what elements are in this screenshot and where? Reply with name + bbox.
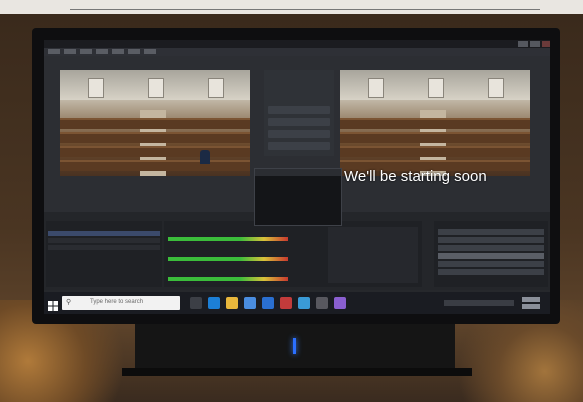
wall-window [488,78,504,98]
cut-button[interactable] [268,130,330,138]
start-virtual-camera-button[interactable] [438,245,544,251]
controls-dock [434,221,548,287]
taskbar-clock[interactable] [520,296,542,311]
menu-tools[interactable] [128,49,140,54]
wall-window [428,78,444,98]
scene-item-selected[interactable] [48,231,160,236]
menu-profile[interactable] [96,49,108,54]
file-explorer-icon[interactable] [226,297,238,309]
menu-bar [44,48,550,56]
app-title-bar [44,40,550,48]
studio-mode-button[interactable] [438,253,544,259]
floating-window [254,168,342,226]
pew [60,146,250,157]
pew [340,132,530,143]
wall-window [368,78,384,98]
menu-file[interactable] [48,49,60,54]
obs-icon[interactable] [334,297,346,309]
menu-scene-collection[interactable] [112,49,124,54]
close-button[interactable] [542,41,550,47]
edge-icon[interactable] [208,297,220,309]
exit-button[interactable] [438,269,544,275]
person [200,150,210,164]
audio-mixer-dock [164,221,422,287]
search-placeholder: Type here to search [90,299,144,305]
pew [60,118,250,129]
monitor-stand-base [122,368,472,376]
menu-view[interactable] [80,49,92,54]
audio-meter [168,237,288,241]
fade-button[interactable] [268,142,330,150]
program-panel [340,70,530,176]
store-icon[interactable] [244,297,256,309]
wall-window [88,78,104,98]
app-icon[interactable] [298,297,310,309]
power-led-icon [293,338,296,354]
start-streaming-button[interactable] [438,229,544,235]
search-icon: ⚲ [66,299,72,306]
windows-taskbar: ⚲ Type here to search [44,292,550,314]
scene-item[interactable] [48,238,160,243]
menu-edit[interactable] [64,49,76,54]
task-view-icon[interactable] [190,297,202,309]
transitions-dock [328,227,418,283]
transition-panel [264,70,334,156]
pew [340,146,530,157]
quick-transitions-button[interactable] [268,118,330,126]
windows-start-icon[interactable] [48,298,58,311]
start-recording-button[interactable] [438,237,544,243]
settings-button[interactable] [438,261,544,267]
floating-window-titlebar[interactable] [255,169,341,176]
mail-icon[interactable] [262,297,274,309]
pew [60,160,250,171]
wall-window [208,78,224,98]
audio-meter [168,257,288,261]
taskbar-search-box[interactable]: ⚲ Type here to search [62,296,180,310]
app-icon[interactable] [280,297,292,309]
monitor-screen: We'll be starting soon ⚲ Type here to se… [44,40,550,314]
overlay-text: We'll be starting soon [344,168,487,185]
app-icon[interactable] [316,297,328,309]
transition-button[interactable] [268,106,330,114]
pew [340,118,530,129]
ceiling [0,0,583,14]
wall-window [148,78,164,98]
menu-help[interactable] [144,49,156,54]
scenes-dock [46,221,162,287]
maximize-button[interactable] [530,41,540,47]
pew [60,132,250,143]
minimize-button[interactable] [518,41,528,47]
system-tray[interactable] [444,300,514,306]
audio-meter [168,277,288,281]
scene-item[interactable] [48,245,160,250]
preview-panel[interactable] [60,70,250,176]
ceiling-edge [70,9,540,10]
